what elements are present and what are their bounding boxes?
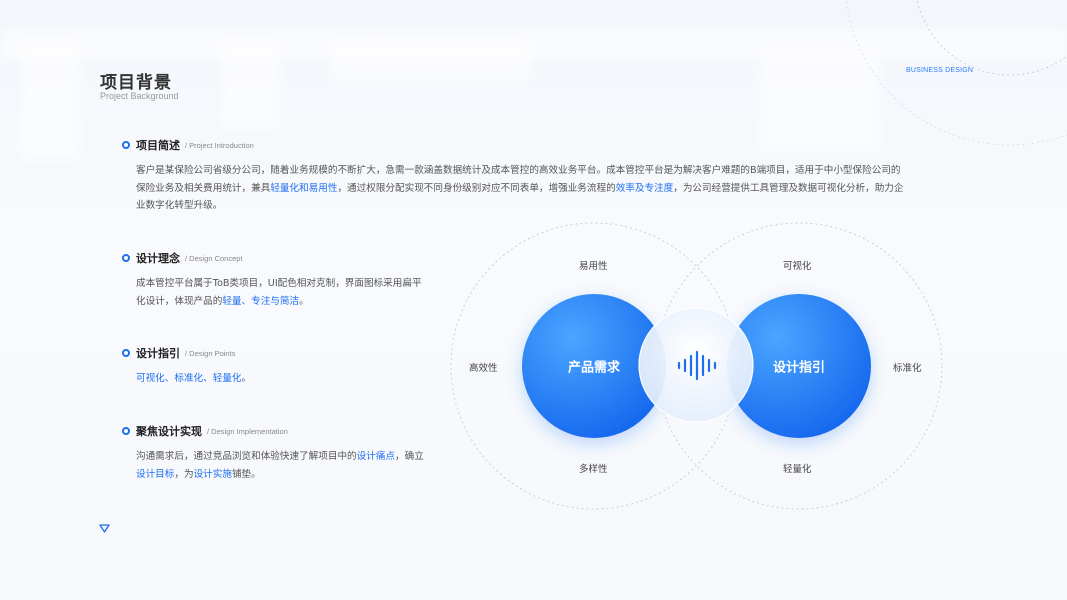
venn-label-bottom-left: 多样性: [579, 464, 608, 475]
venn-label-right: 标准化: [893, 363, 922, 374]
venn-label-top-right: 可视化: [783, 261, 812, 272]
left-circle-label: 产品需求: [567, 360, 621, 376]
right-circle-label: 设计指引: [772, 360, 826, 376]
venn-diagram: [450, 222, 943, 510]
venn-label-top-left: 易用性: [579, 261, 608, 272]
venn-label-left: 高效性: [469, 363, 498, 374]
venn-label-bottom-right: 轻量化: [783, 464, 812, 475]
